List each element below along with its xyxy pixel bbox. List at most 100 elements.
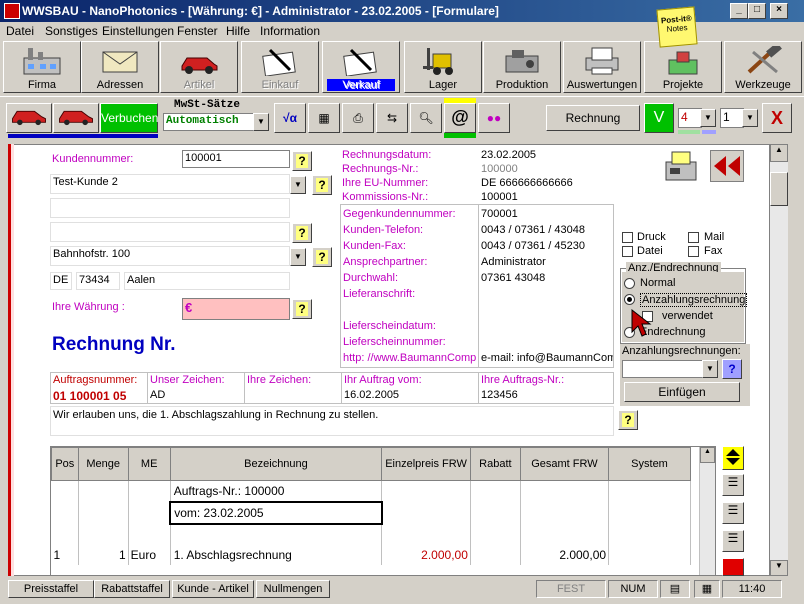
website-link[interactable]: http: //www.BaumannComp <box>343 352 477 364</box>
grid-scrollbar[interactable]: ▲ <box>699 447 715 575</box>
page-dropdown-button[interactable]: ▼ <box>742 109 758 127</box>
address-help-button[interactable]: ? <box>292 223 312 243</box>
menu-datei[interactable]: Datei <box>6 24 34 38</box>
close-form-button[interactable]: X <box>762 103 792 133</box>
grid-scroll-up[interactable]: ▲ <box>700 447 715 463</box>
preview-button[interactable]: 🔍︎ <box>410 103 442 133</box>
order-ref-line[interactable]: Auftrags-Nr.: 100000 <box>170 480 383 502</box>
anzahlung-radio[interactable] <box>624 294 635 305</box>
currency-field[interactable]: € <box>182 298 290 320</box>
rewind-button[interactable] <box>710 150 744 182</box>
main-scrollbar[interactable]: ▲ ▼ <box>770 144 788 576</box>
invoice-date-value[interactable]: 23.02.2005 <box>481 149 536 161</box>
mwst-dropdown-button[interactable]: ▼ <box>253 113 269 131</box>
red-action-button[interactable] <box>722 558 744 576</box>
city-field[interactable]: Aalen <box>124 272 290 290</box>
eu-number-value[interactable]: DE 666666666666 <box>481 177 573 189</box>
car-button-1[interactable] <box>6 103 52 133</box>
transfer-button[interactable]: ⇆ <box>376 103 408 133</box>
item-bezeichnung[interactable]: 1. Abschlagsrechnung <box>170 545 383 565</box>
toolbar-adressen[interactable]: Adressen <box>81 41 159 93</box>
our-sign-value[interactable]: AD <box>150 389 165 401</box>
customer-name-field[interactable]: Test-Kunde 2 <box>50 174 290 194</box>
item-menge[interactable]: 1 <box>78 545 129 565</box>
anzahlungsrechnungen-dropdown[interactable]: ▼ <box>702 360 718 378</box>
car-button-2[interactable] <box>53 103 99 133</box>
copies-dropdown-button[interactable]: ▼ <box>700 109 716 127</box>
col-einzelpreis[interactable]: Einzelpreis FRW <box>381 447 471 481</box>
mwst-select[interactable]: Automatisch <box>163 113 255 131</box>
item-me[interactable]: Euro <box>128 545 171 565</box>
minimize-button[interactable]: _ <box>730 3 748 19</box>
insert-row-button[interactable]: ☰ <box>722 474 744 496</box>
menu-sonstiges[interactable]: Sonstiges <box>45 24 98 38</box>
customer-number-field[interactable]: 100001 <box>182 150 290 168</box>
document-type-button[interactable]: Rechnung <box>546 105 640 131</box>
move-row-button[interactable]: ☰ <box>722 502 744 524</box>
item-einzelpreis[interactable]: 2.000,00 <box>381 545 471 565</box>
grid-updown-button[interactable] <box>722 446 744 470</box>
maximize-button[interactable]: □ <box>748 3 766 19</box>
fax-checkbox[interactable] <box>688 246 699 257</box>
col-menge[interactable]: Menge <box>77 447 129 481</box>
table-row[interactable]: Auftrags-Nr.: 100000 <box>51 480 691 502</box>
toolbar-auswertungen[interactable]: Auswertungen <box>563 41 641 93</box>
page-select[interactable]: 1 <box>720 108 744 128</box>
intro-text-help-button[interactable]: ? <box>618 410 638 430</box>
main-scroll-up[interactable]: ▲ <box>770 144 788 162</box>
customer-name-help-button[interactable]: ? <box>312 175 332 195</box>
print-button[interactable]: ⎙ <box>342 103 374 133</box>
order-number-value[interactable]: 01 100001 05 <box>53 389 126 403</box>
customer-help-button[interactable]: ? <box>292 151 312 171</box>
datei-checkbox[interactable] <box>622 246 633 257</box>
commission-value[interactable]: 100001 <box>481 191 518 203</box>
col-system[interactable]: System <box>608 447 691 481</box>
preisstaffel-button[interactable]: Preisstaffel <box>8 580 94 598</box>
druck-checkbox[interactable] <box>622 232 633 243</box>
zip-field[interactable]: 73434 <box>76 272 120 290</box>
close-button[interactable]: × <box>770 3 788 19</box>
table-row[interactable]: 1 1 Euro 1. Abschlagsrechnung 2.000,00 2… <box>51 545 691 565</box>
customer-name-dropdown[interactable]: ▼ <box>290 176 306 194</box>
toolbar-lager[interactable]: Lager <box>404 41 482 93</box>
formula-button[interactable]: √α <box>274 103 306 133</box>
your-order-number-value[interactable]: 123456 <box>481 389 518 401</box>
normal-radio[interactable] <box>624 278 635 289</box>
mail-checkbox[interactable] <box>688 232 699 243</box>
address-line-2[interactable] <box>50 198 290 218</box>
main-scroll-down[interactable]: ▼ <box>770 560 788 576</box>
menu-hilfe[interactable]: Hilfe <box>226 24 250 38</box>
einfuegen-button[interactable]: Einfügen <box>624 382 740 402</box>
address-line-3[interactable] <box>50 222 290 242</box>
toolbar-verkauf[interactable]: Verkauf <box>322 41 400 93</box>
kunde-artikel-button[interactable]: Kunde - Artikel <box>172 580 254 598</box>
menu-einstellungen[interactable]: Einstellungen <box>102 24 174 38</box>
pills-button[interactable]: ●● <box>478 103 510 133</box>
postit-notes-button[interactable]: Post-it® Notes <box>656 6 698 48</box>
col-gesamt[interactable]: Gesamt FRW <box>519 447 610 481</box>
delete-row-button[interactable]: ☰ <box>722 530 744 552</box>
counter-customer-value[interactable]: 700001 <box>481 208 518 220</box>
email-value[interactable]: e-mail: info@BaumannComp <box>481 352 613 364</box>
main-scroll-thumb[interactable] <box>770 172 788 206</box>
menu-information[interactable]: Information <box>260 24 320 38</box>
toolbar-werkzeuge[interactable]: Werkzeuge <box>724 41 802 93</box>
copies-select[interactable]: 4 <box>678 108 702 128</box>
verbuchen-button[interactable]: Verbuchen <box>100 103 158 133</box>
col-bezeichnung[interactable]: Bezeichnung <box>169 447 383 481</box>
item-gesamt[interactable]: 2.000,00 <box>520 545 610 565</box>
order-date-line[interactable]: vom: 23.02.2005 <box>169 501 383 525</box>
anzahlung-help-button[interactable]: ? <box>722 359 742 379</box>
contact-person-value[interactable]: Administrator <box>481 256 546 268</box>
fax-value[interactable]: 0043 / 07361 / 45230 <box>481 240 585 252</box>
phone-value[interactable]: 0043 / 07361 / 43048 <box>481 224 585 236</box>
toolbar-artikel[interactable]: Artikel <box>160 41 238 93</box>
country-field[interactable]: DE <box>50 272 72 290</box>
email-button[interactable]: @ <box>444 103 476 133</box>
nullmengen-button[interactable]: Nullmengen <box>256 580 330 598</box>
your-order-date-value[interactable]: 16.02.2005 <box>344 389 399 401</box>
street-dropdown[interactable]: ▼ <box>290 248 306 266</box>
toolbar-firma[interactable]: Firma <box>3 41 81 93</box>
table-row[interactable]: vom: 23.02.2005 <box>51 501 691 525</box>
extension-value[interactable]: 07361 43048 <box>481 272 545 284</box>
